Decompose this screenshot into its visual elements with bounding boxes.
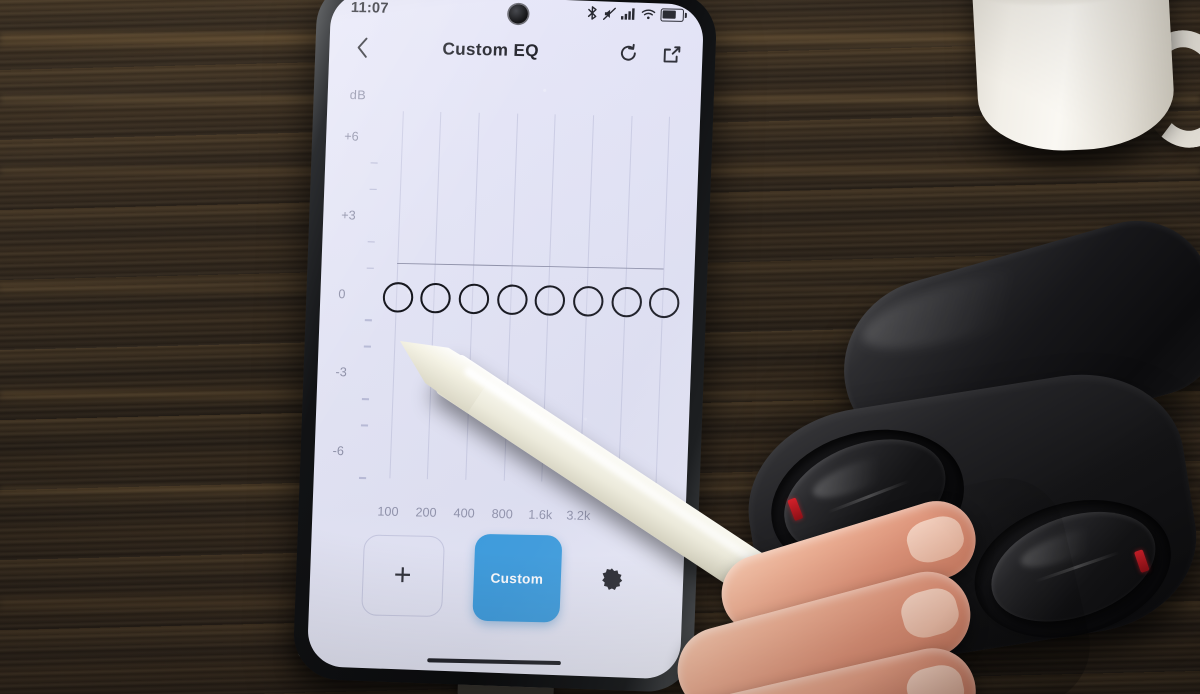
y-axis-tick-label: -6 — [332, 443, 345, 459]
y-axis-minor-tick — [369, 188, 377, 191]
share-export-icon — [663, 45, 680, 63]
y-axis-tick-label: -3 — [335, 365, 348, 380]
wifi-icon — [641, 9, 656, 20]
y-axis-tick-label: +6 — [343, 129, 359, 144]
screenshot-stage: 11:07 Custom EQ dB +6 +3 0 -3 -6 100 200… — [0, 0, 1200, 694]
x-axis-tick-label: 200 — [415, 505, 437, 520]
signal-icon — [620, 8, 635, 20]
y-axis-minor-tick — [367, 240, 375, 243]
x-axis-tick-label: 800 — [491, 506, 514, 522]
add-preset-button[interactable]: + — [360, 534, 445, 618]
share-button[interactable] — [658, 41, 685, 68]
mug-rim — [979, 0, 1157, 9]
front-camera — [507, 4, 528, 24]
x-axis-tick-label: 400 — [453, 505, 475, 521]
nav-gesture-bar[interactable] — [426, 657, 561, 666]
bluetooth-icon — [587, 6, 597, 20]
x-axis-tick-label: 3.2k — [566, 508, 591, 524]
y-axis-tick-label: +3 — [341, 207, 357, 223]
x-axis-tick-label: 100 — [377, 504, 399, 519]
fingernail — [896, 583, 964, 643]
eq-node-handle[interactable] — [610, 286, 643, 318]
app-bar: Custom EQ — [326, 25, 704, 77]
reset-icon — [620, 43, 636, 61]
mute-icon — [603, 7, 616, 20]
y-axis-minor-tick — [361, 398, 370, 400]
preset-tile-custom[interactable]: Custom — [471, 533, 562, 623]
page-title: Custom EQ — [442, 39, 540, 61]
earbud-red-accent — [1133, 549, 1150, 573]
battery-icon — [660, 7, 685, 22]
app-bar-actions — [615, 40, 685, 68]
fingernail — [902, 660, 968, 694]
y-axis-minor-tick — [364, 319, 372, 322]
chevron-left-icon — [357, 37, 368, 58]
y-axis-unit-label: dB — [349, 87, 367, 103]
eq-node-handle[interactable] — [572, 285, 604, 317]
fingernail — [902, 511, 969, 568]
y-axis-minor-tick — [360, 424, 369, 427]
preset-tile-label: Custom — [490, 570, 544, 587]
eq-node-handle[interactable] — [382, 281, 414, 313]
status-clock: 11:07 — [350, 0, 389, 17]
y-axis-minor-tick — [363, 345, 371, 348]
y-axis-tick-label: 0 — [338, 286, 346, 301]
reset-button[interactable] — [615, 40, 642, 67]
x-axis-tick-label: 1.6k — [528, 507, 553, 523]
y-axis: +6 +3 0 -3 -6 — [326, 77, 703, 479]
earbud-red-accent — [787, 497, 804, 522]
y-axis-minor-tick — [359, 476, 367, 479]
status-icons — [586, 6, 685, 22]
eq-node-handle[interactable] — [496, 283, 528, 315]
equalizer-graph[interactable]: dB +6 +3 0 -3 -6 100 200 400 800 1.6k 3.2k — [310, 77, 704, 529]
add-preset-label: + — [393, 558, 413, 593]
y-axis-minor-tick — [366, 267, 374, 269]
x-axis-frequency-labels: 100 200 400 800 1.6k 3.2k — [326, 77, 703, 523]
y-axis-minor-tick — [370, 162, 378, 164]
white-mug — [969, 0, 1177, 155]
